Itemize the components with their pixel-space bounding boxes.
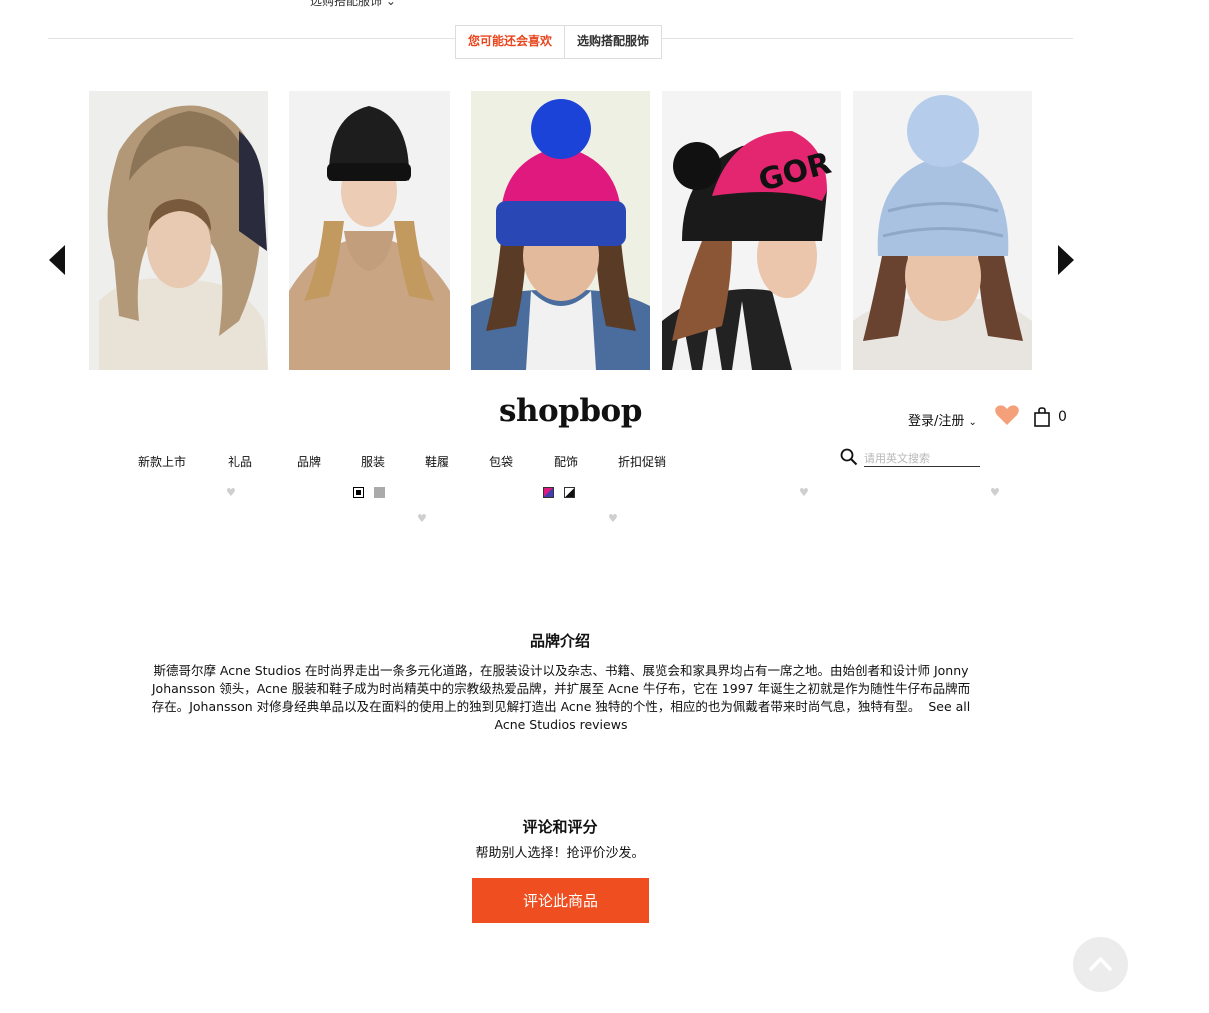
product-image-2[interactable] [289, 91, 450, 370]
search-icon[interactable] [840, 448, 858, 470]
nav-new-arrivals[interactable]: 新款上市 [138, 453, 186, 470]
brand-description: 斯德哥尔摩 Acne Studios 在时尚界走出一条多元化道路，在服装设计以及… [148, 662, 974, 734]
bag-count: 0 [1058, 409, 1067, 425]
carousel-prev-arrow-icon[interactable] [49, 245, 65, 275]
nav-clothing[interactable]: 服装 [361, 453, 385, 470]
recommendation-tabs: 您可能还会喜欢 选购搭配服饰 [455, 25, 663, 59]
write-review-button[interactable]: 评论此商品 [472, 878, 649, 923]
favorite-heart-icon[interactable]: ♥ [799, 486, 809, 499]
nav-shoes[interactable]: 鞋履 [425, 453, 449, 470]
product-image-3[interactable] [471, 91, 650, 370]
color-swatch-pink-blue[interactable] [543, 487, 554, 498]
fur-trapper-hat-icon [89, 91, 268, 370]
search-input[interactable] [864, 450, 980, 467]
nav-gifts[interactable]: 礼品 [228, 453, 252, 470]
tab-shop-the-look[interactable]: 选购搭配服饰 [565, 26, 661, 58]
favorite-heart-icon[interactable]: ♥ [417, 512, 427, 525]
reviews-heading: 评论和评分 [522, 818, 598, 836]
color-swatch-gray[interactable] [374, 487, 385, 498]
carousel-next-arrow-icon[interactable] [1058, 245, 1074, 275]
nav-accessories[interactable]: 配饰 [554, 453, 578, 470]
brand-intro-heading: 品牌介绍 [529, 632, 590, 650]
tab-you-may-also-like[interactable]: 您可能还会喜欢 [456, 26, 566, 58]
login-register-link[interactable]: 登录/注册 ⌄ [908, 410, 977, 429]
color-swatch-black-white[interactable] [564, 487, 575, 498]
product-image-1[interactable] [89, 91, 268, 370]
heart-icon[interactable] [995, 405, 1019, 430]
favorite-heart-icon[interactable]: ♥ [226, 486, 236, 499]
nav-bags[interactable]: 包袋 [489, 453, 513, 470]
favorite-heart-icon[interactable]: ♥ [990, 486, 1000, 499]
shopping-bag-icon[interactable] [1033, 407, 1051, 431]
color-swatch-black[interactable] [353, 487, 364, 498]
product-image-4[interactable]: GOR [662, 91, 841, 370]
chevron-down-icon: ⌄ [968, 417, 977, 428]
account-label: 登录/注册 [908, 414, 965, 429]
cut-off-tab-label: 选购搭配服饰 ⌄ [310, 0, 396, 8]
chevron-up-icon [1089, 957, 1112, 971]
brand-description-text: 斯德哥尔摩 Acne Studios 在时尚界走出一条多元化道路，在服装设计以及… [151, 663, 971, 714]
light-blue-chunky-pom-beanie-icon [853, 91, 1032, 370]
product-image-5[interactable] [853, 91, 1032, 370]
pink-black-gore-beanie-icon: GOR [662, 91, 841, 370]
reviews-subtitle: 帮助别人选择！抢评价沙发。 [475, 846, 645, 861]
nav-sale[interactable]: 折扣促销 [618, 453, 666, 470]
shopbop-logo[interactable]: shopbop [499, 393, 642, 429]
back-to-top-button[interactable] [1073, 937, 1128, 992]
black-beanie-icon [289, 91, 450, 370]
pink-blue-pom-beanie-icon [471, 91, 650, 370]
favorite-heart-icon[interactable]: ♥ [608, 512, 618, 525]
nav-brands[interactable]: 品牌 [297, 453, 321, 470]
